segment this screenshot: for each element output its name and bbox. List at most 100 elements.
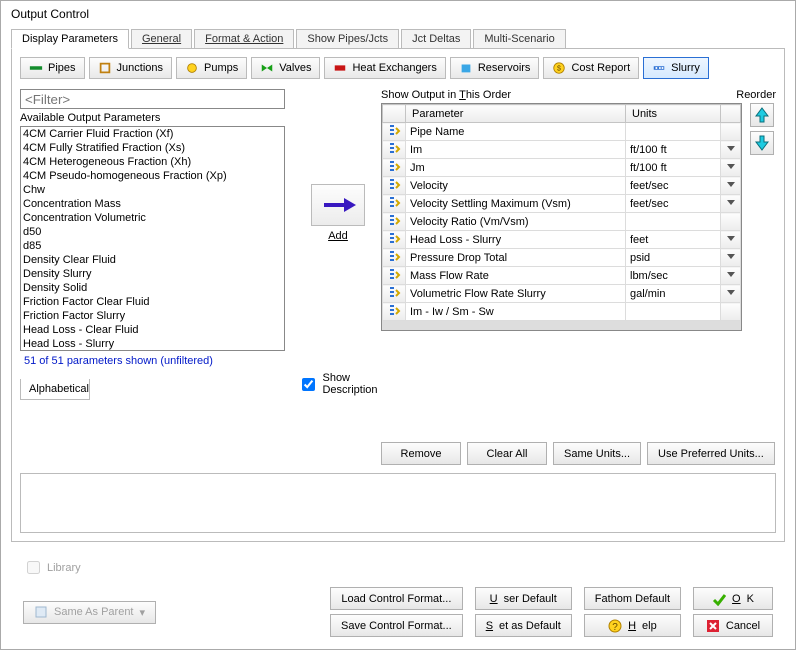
list-item[interactable]: Density Clear Fluid <box>23 254 282 268</box>
junctions-icon <box>98 61 112 75</box>
param-cell: Im <box>406 141 626 159</box>
list-item[interactable]: Friction Factor Slurry <box>23 310 282 324</box>
cat-label: Cost Report <box>571 62 630 74</box>
table-row[interactable]: Mass Flow Ratelbm/sec <box>383 267 741 285</box>
ok-button[interactable]: OK <box>693 587 773 610</box>
arrow-up-icon <box>755 107 769 123</box>
tab-display-parameters[interactable]: Display Parameters <box>11 29 129 49</box>
load-control-format-button[interactable]: Load Control Format... <box>330 587 463 610</box>
cat-slurry[interactable]: Slurry <box>643 57 709 79</box>
window-title: Output Control <box>1 1 795 27</box>
table-row[interactable]: Jmft/100 ft <box>383 159 741 177</box>
cat-label: Junctions <box>117 62 163 74</box>
param-cell: Velocity <box>406 177 626 195</box>
units-cell <box>626 303 721 321</box>
table-row[interactable]: Velocity Ratio (Vm/Vsm) <box>383 213 741 231</box>
cat-junctions[interactable]: Junctions <box>89 57 172 79</box>
show-description-label: Show Description <box>322 372 377 396</box>
units-dropdown[interactable] <box>721 177 741 195</box>
user-default-button[interactable]: User Default <box>475 587 572 610</box>
add-button[interactable] <box>311 184 365 226</box>
list-item[interactable]: Head Loss - Slurry <box>23 338 282 351</box>
tab-show-pipes-jcts[interactable]: Show Pipes/Jcts <box>296 29 399 48</box>
cat-valves[interactable]: Valves <box>251 57 320 79</box>
units-dropdown[interactable] <box>721 159 741 177</box>
table-row[interactable]: Im - Iw / Sm - Sw <box>383 303 741 321</box>
same-units-button[interactable]: Same Units... <box>553 442 641 465</box>
reorder-label: Reorder <box>736 89 776 101</box>
available-label: Available Output Parameters <box>20 112 295 124</box>
list-item[interactable]: 4CM Fully Stratified Fraction (Xs) <box>23 142 282 156</box>
help-button[interactable]: ? Help <box>584 614 681 637</box>
units-dropdown[interactable] <box>721 249 741 267</box>
units-cell: gal/min <box>626 285 721 303</box>
clear-all-button[interactable]: Clear All <box>467 442 547 465</box>
units-cell: feet/sec <box>626 195 721 213</box>
list-item[interactable]: 4CM Pseudo-homogeneous Fraction (Xp) <box>23 170 282 184</box>
sort-alphabetical-tab[interactable]: Alphabetical <box>20 379 90 400</box>
row-handle-icon <box>383 195 406 213</box>
list-item[interactable]: 4CM Carrier Fluid Fraction (Xf) <box>23 128 282 142</box>
row-handle-icon <box>383 303 406 321</box>
cancel-icon <box>706 619 720 633</box>
cat-label: Heat Exchangers <box>352 62 436 74</box>
category-bar: Pipes Junctions Pumps <box>20 57 776 79</box>
remove-button[interactable]: Remove <box>381 442 461 465</box>
selected-params-table[interactable]: Parameter Units Pipe NameImft/100 ftJmft… <box>381 103 742 331</box>
col-units: Units <box>626 105 721 123</box>
list-item[interactable]: Concentration Mass <box>23 198 282 212</box>
param-cell: Volumetric Flow Rate Slurry <box>406 285 626 303</box>
table-row[interactable]: Pressure Drop Totalpsid <box>383 249 741 267</box>
units-dropdown-empty <box>721 213 741 231</box>
list-item[interactable]: Friction Factor Clear Fluid <box>23 296 282 310</box>
cancel-button[interactable]: Cancel <box>693 614 773 637</box>
move-down-button[interactable] <box>750 131 774 155</box>
units-dropdown[interactable] <box>721 285 741 303</box>
cat-cost-report[interactable]: $ Cost Report <box>543 57 639 79</box>
units-dropdown[interactable] <box>721 267 741 285</box>
cat-label: Pipes <box>48 62 76 74</box>
show-description-checkbox[interactable] <box>302 378 315 391</box>
cat-reservoirs[interactable]: Reservoirs <box>450 57 540 79</box>
list-item[interactable]: Chw <box>23 184 282 198</box>
add-label: Add <box>328 230 348 242</box>
list-item[interactable]: Concentration Volumetric <box>23 212 282 226</box>
cat-pipes[interactable]: Pipes <box>20 57 85 79</box>
list-item[interactable]: d85 <box>23 240 282 254</box>
tab-multi-scenario[interactable]: Multi-Scenario <box>473 29 565 48</box>
list-item[interactable]: 4CM Heterogeneous Fraction (Xh) <box>23 156 282 170</box>
save-control-format-button[interactable]: Save Control Format... <box>330 614 463 637</box>
use-preferred-units-button[interactable]: Use Preferred Units... <box>647 442 775 465</box>
move-up-button[interactable] <box>750 103 774 127</box>
units-dropdown[interactable] <box>721 231 741 249</box>
units-dropdown[interactable] <box>721 141 741 159</box>
cat-heat-exchangers[interactable]: Heat Exchangers <box>324 57 445 79</box>
valves-icon <box>260 61 274 75</box>
row-handle-icon <box>383 177 406 195</box>
order-title: Show Output in This Order <box>381 89 511 101</box>
same-as-parent-button[interactable]: Same As Parent ▾ <box>23 601 156 624</box>
list-item[interactable]: Head Loss - Clear Fluid <box>23 324 282 338</box>
table-row[interactable]: Head Loss - Slurryfeet <box>383 231 741 249</box>
tab-format-action[interactable]: Format & Action <box>194 29 294 48</box>
table-row[interactable]: Velocity Settling Maximum (Vsm)feet/sec <box>383 195 741 213</box>
table-row[interactable]: Velocityfeet/sec <box>383 177 741 195</box>
list-item[interactable]: d50 <box>23 226 282 240</box>
tab-jct-deltas[interactable]: Jct Deltas <box>401 29 471 48</box>
cat-pumps[interactable]: Pumps <box>176 57 247 79</box>
available-list[interactable]: 4CM Carrier Fluid Fraction (Xf)4CM Fully… <box>20 126 285 351</box>
list-item[interactable]: Density Solid <box>23 282 282 296</box>
tab-general[interactable]: General <box>131 29 192 48</box>
table-row[interactable]: Imft/100 ft <box>383 141 741 159</box>
list-item[interactable]: Density Slurry <box>23 268 282 282</box>
filter-input[interactable] <box>20 89 285 109</box>
cat-label: Pumps <box>204 62 238 74</box>
param-cell: Im - Iw / Sm - Sw <box>406 303 626 321</box>
units-cell: ft/100 ft <box>626 141 721 159</box>
row-handle-icon <box>383 231 406 249</box>
table-row[interactable]: Pipe Name <box>383 123 741 141</box>
units-dropdown[interactable] <box>721 195 741 213</box>
table-row[interactable]: Volumetric Flow Rate Slurrygal/min <box>383 285 741 303</box>
set-as-default-button[interactable]: Set as Default <box>475 614 572 637</box>
fathom-default-button[interactable]: Fathom Default <box>584 587 681 610</box>
